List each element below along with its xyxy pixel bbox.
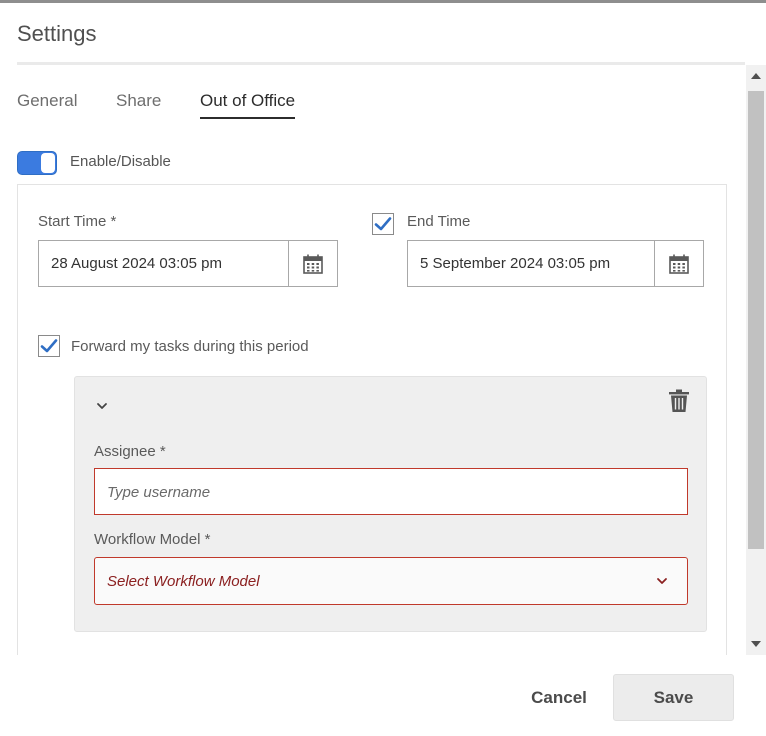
forward-tasks-checkbox[interactable] (38, 335, 60, 357)
start-time-value: 28 August 2024 03:05 pm (51, 255, 222, 272)
out-of-office-panel: Start Time * 28 August 2024 03:05 pm End… (17, 184, 727, 655)
dialog-title: Settings (17, 21, 97, 46)
cancel-button[interactable]: Cancel (514, 676, 604, 720)
checkmark-icon (374, 217, 392, 231)
start-time-input[interactable]: 28 August 2024 03:05 pm (38, 240, 338, 287)
calendar-icon (303, 254, 323, 274)
tab-out-of-office[interactable]: Out of Office (200, 91, 296, 119)
delete-rule-button[interactable] (668, 389, 690, 413)
assignee-label: Assignee * (94, 443, 166, 460)
end-time-value: 5 September 2024 03:05 pm (420, 255, 611, 272)
workflow-model-placeholder: Select Workflow Model (107, 573, 260, 590)
end-time-label: End Time (407, 213, 471, 230)
start-time-label: Start Time * (38, 213, 117, 230)
tab-share[interactable]: Share (116, 91, 161, 117)
assignee-input[interactable]: Type username (94, 468, 688, 515)
end-time-calendar-button[interactable] (654, 241, 703, 286)
collapse-rule-button[interactable] (93, 397, 111, 415)
enable-toggle[interactable] (17, 151, 57, 175)
trash-icon (669, 389, 689, 412)
forward-rule-card: Assignee * Type username Workflow Model … (74, 376, 707, 632)
checkmark-icon (40, 339, 58, 353)
forward-tasks-label: Forward my tasks during this period (71, 338, 309, 355)
end-time-input[interactable]: 5 September 2024 03:05 pm (407, 240, 704, 287)
scroll-up-arrow[interactable] (751, 73, 761, 79)
start-time-calendar-button[interactable] (288, 241, 337, 286)
save-button[interactable]: Save (613, 674, 734, 721)
workflow-model-select[interactable]: Select Workflow Model (94, 557, 688, 605)
calendar-icon (669, 254, 689, 274)
workflow-model-label: Workflow Model * (94, 531, 211, 548)
tab-general[interactable]: General (17, 91, 77, 117)
scrollbar-thumb[interactable] (748, 91, 764, 549)
toggle-knob (41, 153, 55, 173)
chevron-down-icon (657, 578, 667, 584)
enable-toggle-label: Enable/Disable (70, 153, 171, 170)
assignee-placeholder: Type username (107, 484, 211, 501)
window-top-border (0, 0, 766, 3)
scroll-down-arrow[interactable] (751, 641, 761, 647)
vertical-scrollbar[interactable] (746, 65, 766, 655)
end-time-checkbox[interactable] (372, 213, 394, 235)
settings-content: General Share Out of Office Enable/Disab… (0, 65, 746, 655)
chevron-down-icon (97, 403, 107, 409)
